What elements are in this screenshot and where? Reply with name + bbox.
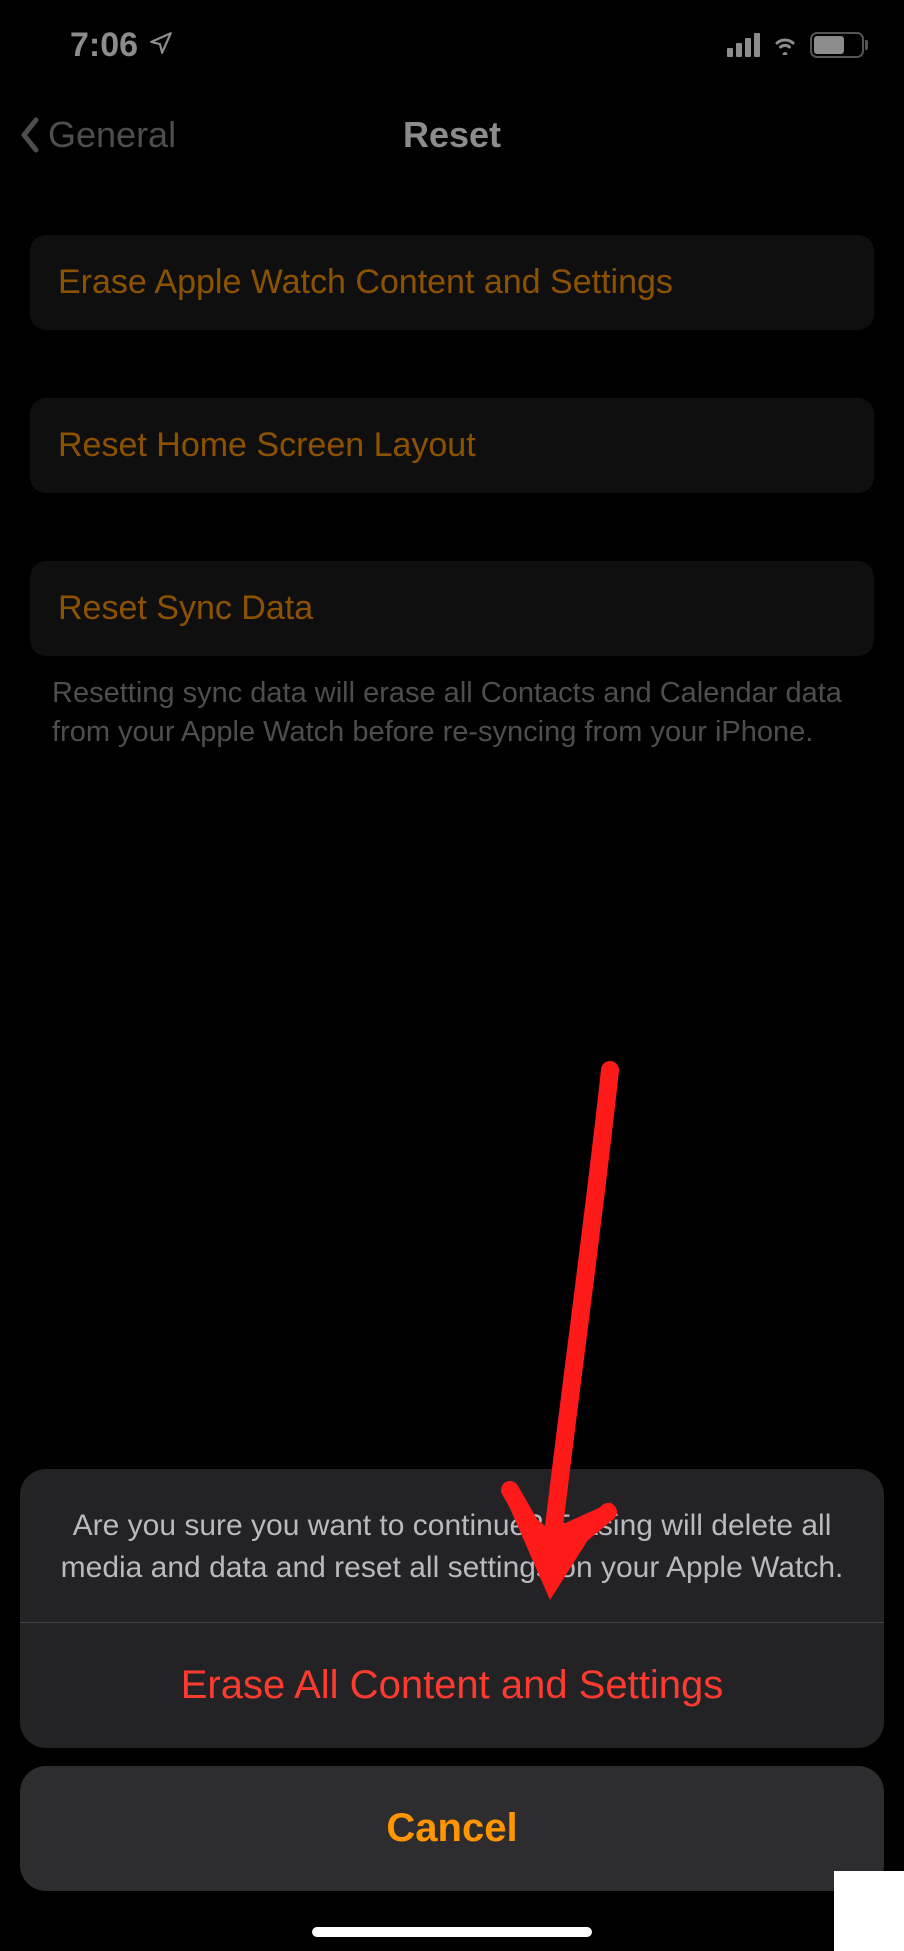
erase-watch-cell[interactable]: Erase Apple Watch Content and Settings — [30, 235, 874, 330]
status-bar: 7:06 — [0, 0, 904, 90]
status-right — [727, 31, 864, 60]
erase-watch-label: Erase Apple Watch Content and Settings — [58, 263, 846, 302]
reset-sync-label: Reset Sync Data — [58, 589, 846, 628]
back-label: General — [48, 114, 176, 156]
content: Erase Apple Watch Content and Settings R… — [0, 235, 904, 752]
battery-icon — [810, 32, 864, 58]
cellular-signal-icon — [727, 33, 760, 57]
reset-sync-footer: Resetting sync data will erase all Conta… — [30, 670, 874, 752]
reset-sync-cell[interactable]: Reset Sync Data — [30, 561, 874, 656]
page-title: Reset — [403, 114, 501, 156]
nav-bar: General Reset — [0, 90, 904, 180]
back-button[interactable]: General — [18, 114, 176, 156]
status-time-group: 7:06 — [70, 26, 174, 65]
cancel-button[interactable]: Cancel — [20, 1766, 884, 1891]
corner-artifact — [834, 1871, 904, 1951]
chevron-left-icon — [18, 116, 42, 154]
wifi-icon — [770, 31, 800, 60]
reset-home-cell[interactable]: Reset Home Screen Layout — [30, 398, 874, 493]
battery-level — [814, 36, 844, 54]
home-indicator — [312, 1927, 592, 1937]
location-arrow-icon — [148, 26, 174, 65]
sheet-message: Are you sure you want to continue? Erasi… — [20, 1469, 884, 1622]
action-sheet-group: Are you sure you want to continue? Erasi… — [20, 1469, 884, 1748]
action-sheet: Are you sure you want to continue? Erasi… — [20, 1469, 884, 1891]
reset-home-label: Reset Home Screen Layout — [58, 426, 846, 465]
erase-all-button[interactable]: Erase All Content and Settings — [20, 1623, 884, 1748]
status-time: 7:06 — [70, 26, 138, 65]
